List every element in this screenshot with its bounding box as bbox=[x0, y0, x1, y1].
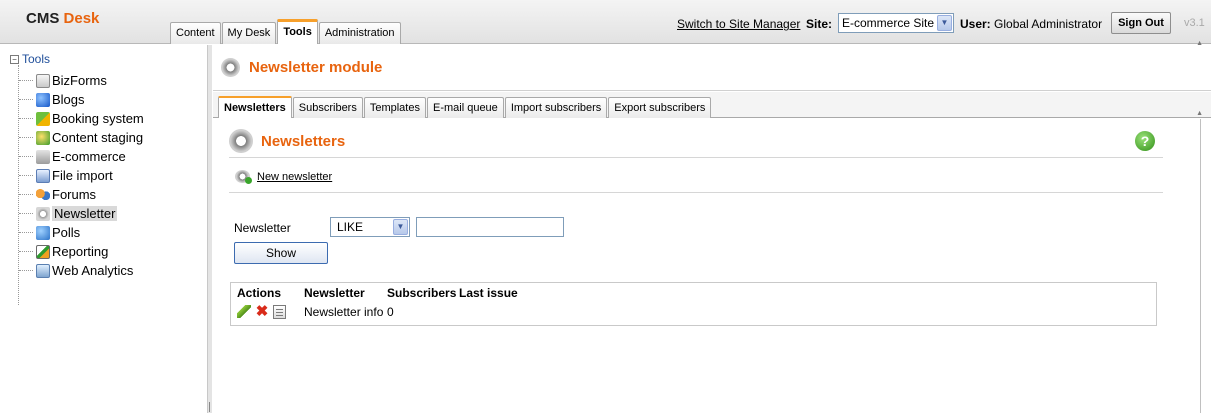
module-title: Newsletter module bbox=[249, 59, 383, 76]
filter-operator-value: LIKE bbox=[337, 220, 364, 234]
version-label: v3.1 bbox=[1184, 17, 1205, 29]
content-frame: Newsletters ? New newsletter Newsletter … bbox=[213, 119, 1201, 413]
tree-item-reporting[interactable]: Reporting bbox=[19, 242, 144, 261]
tree-item-content-staging[interactable]: Content staging bbox=[19, 128, 144, 147]
app-logo: CMS Desk bbox=[26, 10, 99, 27]
help-icon[interactable]: ? bbox=[1135, 131, 1155, 151]
tree-item-label: E-commerce bbox=[52, 149, 126, 164]
tab-import-subscribers[interactable]: Import subscribers bbox=[504, 97, 608, 118]
tree-item-label: Web Analytics bbox=[52, 263, 134, 278]
site-select-value: E-commerce Site bbox=[842, 16, 935, 30]
tree-connector bbox=[18, 65, 19, 305]
module-tabs-bar: Newsletters Subscribers Templates E-mail… bbox=[213, 92, 1211, 118]
chevron-down-icon: ▼ bbox=[937, 15, 952, 31]
show-button[interactable]: Show bbox=[234, 242, 328, 264]
logo-suffix: Desk bbox=[63, 10, 100, 27]
booking-icon bbox=[36, 111, 50, 126]
tree-item-ecommerce[interactable]: E-commerce bbox=[19, 147, 144, 166]
user-info: User: Global Administrator bbox=[960, 17, 1102, 31]
logo-prefix: CMS bbox=[26, 10, 60, 27]
filter-label: Newsletter bbox=[234, 221, 291, 235]
tree-item-bizforms[interactable]: BizForms bbox=[19, 71, 144, 90]
main-panel: Newsletter module Newsletters Subscriber… bbox=[213, 45, 1211, 413]
column-header-last-issue: Last issue bbox=[459, 286, 518, 300]
forums-icon bbox=[36, 187, 50, 202]
edit-icon[interactable] bbox=[237, 305, 251, 318]
collapse-icon[interactable]: − bbox=[10, 54, 19, 64]
tree-item-label: Booking system bbox=[52, 111, 144, 126]
top-header: CMS Desk Content My Desk Tools Administr… bbox=[0, 0, 1211, 47]
delete-icon[interactable]: ✖ bbox=[255, 304, 269, 319]
polls-icon bbox=[36, 225, 50, 240]
divider bbox=[229, 192, 1163, 193]
newsletter-icon bbox=[229, 129, 253, 153]
tree-item-web-analytics[interactable]: Web Analytics bbox=[19, 261, 144, 280]
tree-item-file-import[interactable]: File import bbox=[19, 166, 144, 185]
scroll-up-icon[interactable]: ▲ bbox=[1196, 110, 1203, 117]
site-label: Site: bbox=[806, 17, 833, 31]
file-import-icon bbox=[36, 168, 50, 183]
ecommerce-icon bbox=[36, 149, 50, 164]
site-select[interactable]: E-commerce Site ▼ bbox=[838, 13, 954, 33]
chevron-down-icon: ▼ bbox=[393, 219, 408, 235]
tab-templates[interactable]: Templates bbox=[363, 97, 426, 118]
reporting-icon bbox=[36, 244, 50, 259]
column-header-subscribers: Subscribers bbox=[387, 286, 457, 300]
module-tabs: Newsletters Subscribers Templates E-mail… bbox=[218, 96, 712, 118]
newsletter-module-icon bbox=[221, 58, 240, 77]
web-analytics-icon bbox=[36, 263, 50, 278]
tree-item-polls[interactable]: Polls bbox=[19, 223, 144, 242]
tree-item-newsletter[interactable]: Newsletter bbox=[19, 204, 144, 223]
user-label: User: bbox=[960, 17, 991, 31]
tree-items: BizForms Blogs Booking system Content st… bbox=[19, 71, 144, 280]
tree-item-label: BizForms bbox=[52, 73, 107, 88]
new-newsletter-icon[interactable] bbox=[235, 170, 252, 184]
tree-item-label: Content staging bbox=[52, 130, 144, 145]
tree-item-forums[interactable]: Forums bbox=[19, 185, 144, 204]
tab-my-desk[interactable]: My Desk bbox=[221, 22, 277, 44]
content-staging-icon bbox=[36, 130, 50, 145]
column-header-newsletter: Newsletter bbox=[304, 286, 365, 300]
tab-export-subscribers[interactable]: Export subscribers bbox=[608, 97, 712, 118]
main-tabs: Content My Desk Tools Administration bbox=[170, 19, 402, 44]
newsletters-grid: Actions Newsletter Subscribers Last issu… bbox=[230, 282, 1157, 326]
tree-item-label: Newsletter bbox=[52, 206, 118, 221]
user-name: Global Administrator bbox=[994, 17, 1103, 31]
divider bbox=[229, 157, 1163, 158]
tab-content[interactable]: Content bbox=[170, 22, 221, 44]
issues-icon[interactable] bbox=[273, 305, 286, 319]
table-row: ✖ Newsletter info 0 bbox=[231, 302, 1156, 322]
tree-item-label: Blogs bbox=[52, 92, 85, 107]
tree-item-label: Forums bbox=[52, 187, 97, 202]
panel-splitter[interactable] bbox=[207, 45, 212, 413]
cell-subscribers: 0 bbox=[387, 305, 394, 319]
tree-item-blogs[interactable]: Blogs bbox=[19, 90, 144, 109]
filter-operator-select[interactable]: LIKE ▼ bbox=[330, 217, 410, 237]
bizforms-icon bbox=[36, 73, 50, 88]
blogs-icon bbox=[36, 92, 50, 107]
grid-header: Actions Newsletter Subscribers Last issu… bbox=[231, 283, 1156, 302]
tree-item-label: Polls bbox=[52, 225, 81, 240]
module-header: Newsletter module bbox=[213, 45, 1211, 91]
switch-to-site-manager-link[interactable]: Switch to Site Manager bbox=[677, 17, 800, 31]
column-header-actions: Actions bbox=[237, 286, 282, 300]
newsletter-icon bbox=[36, 206, 50, 221]
tab-subscribers[interactable]: Subscribers bbox=[292, 97, 363, 118]
tree-item-label: File import bbox=[52, 168, 113, 183]
tab-administration[interactable]: Administration bbox=[318, 22, 401, 44]
tab-newsletters[interactable]: Newsletters bbox=[218, 96, 292, 118]
filter-text-input[interactable] bbox=[416, 217, 564, 237]
sign-out-button[interactable]: Sign Out bbox=[1111, 12, 1171, 34]
tab-tools[interactable]: Tools bbox=[277, 19, 318, 44]
new-newsletter-link[interactable]: New newsletter bbox=[257, 171, 332, 183]
tree-root[interactable]: − Tools bbox=[10, 52, 50, 66]
tree-item-booking-system[interactable]: Booking system bbox=[19, 109, 144, 128]
cell-newsletter: Newsletter info bbox=[304, 305, 384, 319]
tab-email-queue[interactable]: E-mail queue bbox=[426, 97, 504, 118]
splitter-grip bbox=[209, 402, 210, 412]
tree-root-label: Tools bbox=[22, 52, 51, 66]
tree-item-label: Reporting bbox=[52, 244, 109, 259]
page-title: Newsletters bbox=[261, 133, 346, 150]
tools-tree: − Tools BizForms Blogs Booking system Co… bbox=[0, 45, 212, 413]
